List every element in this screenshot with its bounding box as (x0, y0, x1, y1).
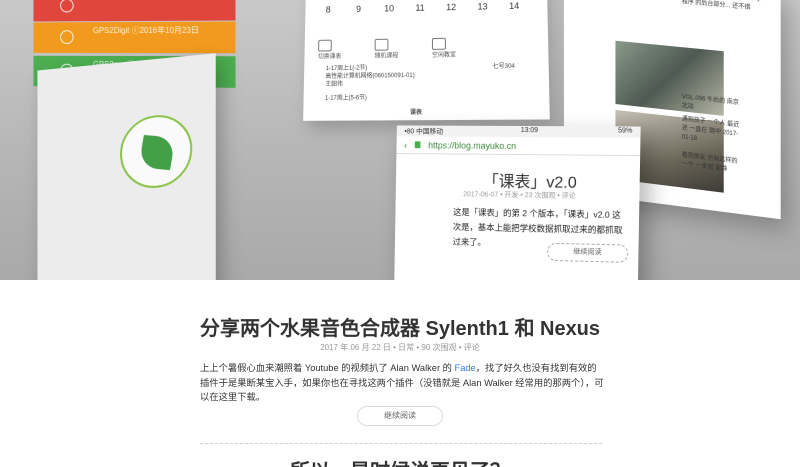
leaf-icon (138, 134, 176, 171)
article-excerpt: 上上个暑假心血来潮照着 Youtube 的视频扒了 Alan Walker 的 … (200, 361, 604, 405)
photo-caption: VOL.096 午后的 南京北站 (681, 94, 739, 111)
course-room: 七号304 (492, 63, 515, 71)
post-meta: 2017-06-07 • 开发 • 23 次围观 • 评论 (463, 191, 576, 200)
calendar-buttons: 切换课表 随机课程 空闲教室 (318, 37, 457, 60)
calendar-day: 11 (415, 2, 425, 13)
url-text: https://blog.mayuko.cn (428, 139, 517, 151)
course-teacher: 王韶伟 (325, 81, 343, 88)
free-classroom-button[interactable]: 空闲教室 (431, 37, 457, 59)
calendar-grid: 1 2 3 4 5 6 7 8 9 10 11 12 13 14 (313, 0, 530, 15)
calendar-phone: 1 2 3 4 5 6 7 8 9 10 11 12 13 14 切换课表 随机… (303, 0, 550, 121)
blog-phone: •80 中国移动 13:09 59% ‹ https://blog.mayuko… (394, 125, 641, 280)
image-icon (60, 0, 74, 13)
calendar-day: 13 (477, 1, 488, 12)
room-icon (431, 37, 446, 50)
shuffle-icon (374, 38, 389, 51)
card-orange: GPS2Digit ⓒ2016年10月23日 (33, 21, 236, 54)
tab-schedule[interactable]: 课表 (410, 107, 422, 116)
hero-image: GPS2Digit ⓒ2016年10月23日 GPS2mg ⓒ2016年10月2… (0, 0, 800, 280)
continue-reading-button[interactable]: 继续阅读 (546, 242, 629, 263)
card-red (33, 0, 236, 22)
button-label: 切换课表 (317, 54, 342, 61)
url-bar[interactable]: ‹ https://blog.mayuko.cn (396, 136, 641, 157)
calendar-day: 9 (356, 4, 362, 14)
lock-icon (414, 141, 421, 149)
leaf-logo (120, 112, 193, 191)
calendar-day: 8 (325, 4, 331, 15)
article-divider (200, 443, 602, 444)
splash-screen: 吐: (37, 53, 216, 280)
calendar-day: 12 (446, 2, 457, 13)
calendar-day: 10 (384, 3, 395, 14)
calendar-day: 14 (509, 0, 520, 11)
article-meta: 2017 年 06 月 22 日 • 日常 • 90 次围观 • 评论 (320, 343, 480, 352)
button-label: 随机课程 (374, 53, 399, 60)
excerpt-text: 上上个暑假心血来潮照着 Youtube 的视频扒了 Alan Walker 的 (200, 363, 455, 373)
target-icon (60, 30, 74, 45)
card-text: GPS2Digit ⓒ2016年10月23日 (92, 25, 200, 36)
continue-reading-button[interactable]: 继续阅读 (357, 406, 443, 426)
battery-text: 59% (617, 127, 633, 135)
fade-link[interactable]: Fade (455, 363, 476, 373)
button-label: 空闲教室 (432, 52, 457, 59)
clock-text: 13:09 (520, 127, 539, 135)
back-icon[interactable]: ‹ (404, 140, 407, 150)
carrier-text: •80 中国移动 (404, 128, 444, 136)
switch-schedule-button[interactable]: 切换课表 (318, 39, 342, 60)
random-course-button[interactable]: 随机课程 (374, 38, 399, 60)
right-text: 最近用高性能网 开发了一个小程序 的后台部分... 还不错 (681, 0, 762, 12)
calendar-icon (318, 39, 332, 52)
course-time: 1-17周上(5-6节) (324, 95, 367, 102)
course-name: 高性能计算机网络(060150091-01) (325, 72, 415, 80)
next-article-title[interactable]: 所以，是时候说再见了？ (0, 455, 800, 467)
article-title[interactable]: 分享两个水果音色合成器 Sylenth1 和 Nexus (0, 312, 800, 341)
